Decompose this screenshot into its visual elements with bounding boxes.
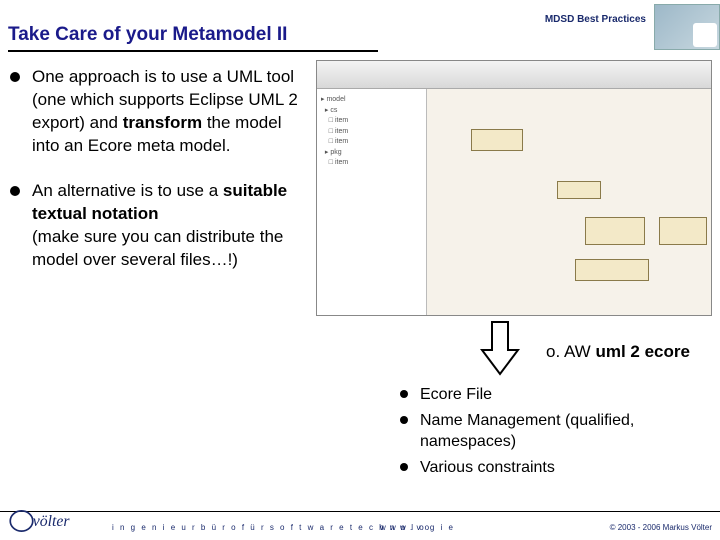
bullet-dot-icon <box>400 416 408 424</box>
svg-text:völter: völter <box>33 513 71 530</box>
arrow-down-icon <box>480 320 520 376</box>
sub-bullet-1: Ecore File <box>400 384 710 406</box>
screenshot-toolbar <box>317 61 711 89</box>
footer-url: w w w . v o <box>380 523 430 532</box>
screenshot-diagram-canvas <box>427 89 711 315</box>
bullet-2-text: An alternative is to use a suitable text… <box>32 180 300 272</box>
bullet-1: One approach is to use a UML tool (one w… <box>10 66 300 158</box>
screenshot-tree-panel: ▸ model ▸ cs □ item □ item □ item ▸ pkg … <box>317 89 427 315</box>
bullet-dot-icon <box>400 463 408 471</box>
sub-bullet-1-text: Ecore File <box>420 384 492 406</box>
footer: völter i n g e n i e u r b ü r o f ü r s… <box>0 512 720 540</box>
sub-bullet-2: Name Management (qualified, namespaces) <box>400 410 710 453</box>
opc-aw-logo <box>654 4 720 50</box>
footer-copyright: © 2003 - 2006 Markus Völter <box>610 523 712 532</box>
slide-title: Take Care of your Metamodel II <box>8 24 287 46</box>
bullet-dot-icon <box>10 186 20 196</box>
uml-tool-screenshot: ▸ model ▸ cs □ item □ item □ item ▸ pkg … <box>316 60 712 316</box>
volter-logo: völter <box>8 506 98 536</box>
oaw-label: o. AW uml 2 ecore <box>546 342 690 362</box>
sub-bullet-list: Ecore File Name Management (qualified, n… <box>400 384 710 482</box>
sub-bullet-3-text: Various constraints <box>420 457 555 479</box>
title-underline <box>8 50 378 52</box>
header-category: MDSD Best Practices <box>545 14 646 25</box>
sub-bullet-2-text: Name Management (qualified, namespaces) <box>420 410 710 453</box>
sub-bullet-3: Various constraints <box>400 457 710 479</box>
bullet-dot-icon <box>10 72 20 82</box>
bullet-2: An alternative is to use a suitable text… <box>10 180 300 272</box>
bullet-dot-icon <box>400 390 408 398</box>
bullet-1-text: One approach is to use a UML tool (one w… <box>32 66 300 158</box>
